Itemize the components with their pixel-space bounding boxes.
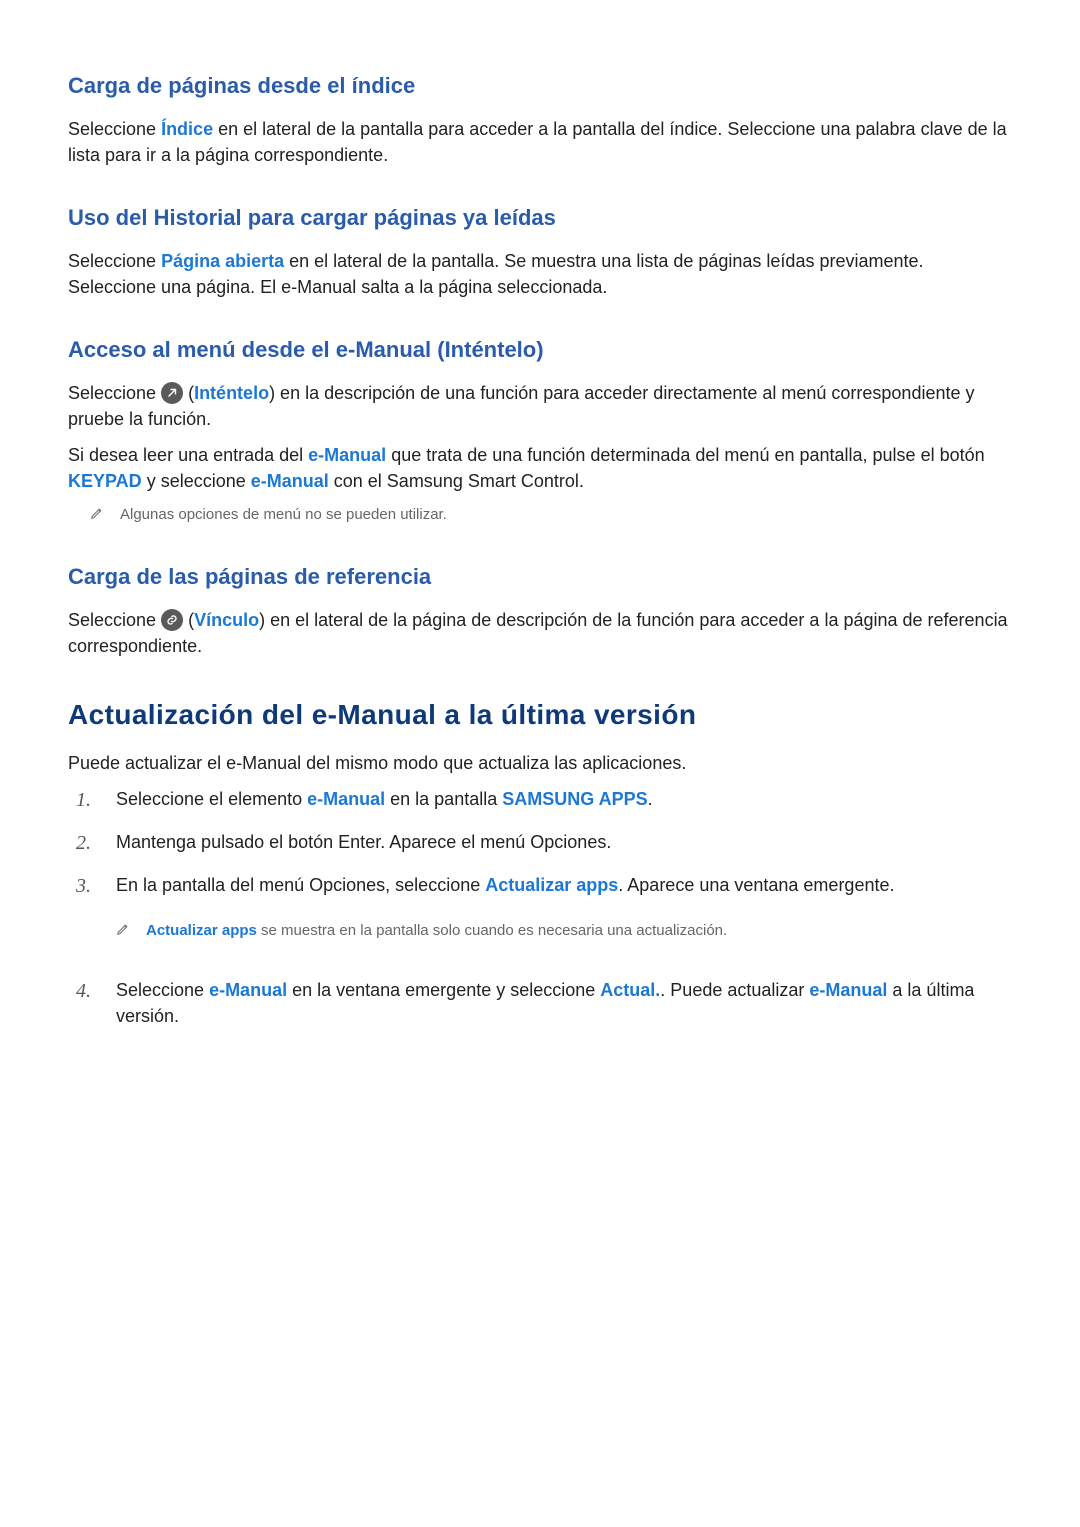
section-history: Uso del Historial para cargar páginas ya… [68, 202, 1012, 300]
text: Seleccione [68, 251, 161, 271]
keyword-actual: Actual. [600, 980, 660, 1000]
link-icon [161, 609, 183, 631]
steps-list: Seleccione el elemento e-Manual en la pa… [68, 786, 1012, 1029]
section-heading: Uso del Historial para cargar páginas ya… [68, 202, 1012, 234]
tryit-icon [161, 382, 183, 404]
section-text: Seleccione Página abierta en el lateral … [68, 248, 1012, 300]
step-item: Seleccione el elemento e-Manual en la pa… [68, 786, 1012, 815]
text: . [648, 789, 653, 809]
text: Seleccione [116, 980, 209, 1000]
main-heading: Actualización del e-Manual a la última v… [68, 695, 1012, 736]
keyword-keypad: KEYPAD [68, 471, 142, 491]
section-reference: Carga de las páginas de referencia Selec… [68, 561, 1012, 659]
note-text: Algunas opciones de menú no se pueden ut… [120, 504, 1012, 526]
section-text: Seleccione Índice en el lateral de la pa… [68, 116, 1012, 168]
section-index: Carga de páginas desde el índice Selecci… [68, 70, 1012, 168]
text: Seleccione [68, 610, 161, 630]
keyword-emanual: e-Manual [209, 980, 287, 1000]
text: ( [183, 383, 194, 403]
pencil-icon [90, 505, 104, 527]
note: Actualizar apps se muestra en la pantall… [116, 920, 1012, 943]
section-heading: Carga de las páginas de referencia [68, 561, 1012, 593]
text: Seleccione [68, 119, 161, 139]
text: en la ventana emergente y seleccione [287, 980, 600, 1000]
text: Mantenga pulsado el botón Enter. Aparece… [116, 829, 1012, 858]
section-heading: Carga de páginas desde el índice [68, 70, 1012, 102]
keyword-vinculo: Vínculo [194, 610, 259, 630]
text: . Aparece una ventana emergente. [618, 875, 894, 895]
text: y seleccione [142, 471, 251, 491]
keyword-emanual: e-Manual [809, 980, 887, 1000]
text: Si desea leer una entrada del [68, 445, 308, 465]
section-tryit: Acceso al menú desde el e-Manual (Intént… [68, 334, 1012, 527]
step-item: En la pantalla del menú Opciones, selecc… [68, 872, 1012, 963]
text: se muestra en la pantalla solo cuando es… [257, 922, 727, 939]
keyword-indice: Índice [161, 119, 213, 139]
text: con el Samsung Smart Control. [329, 471, 584, 491]
keyword-samsung-apps: SAMSUNG APPS [502, 789, 647, 809]
text: Seleccione [68, 383, 161, 403]
step-item: Seleccione e-Manual en la ventana emerge… [68, 977, 1012, 1029]
note-text: Actualizar apps se muestra en la pantall… [146, 920, 1012, 942]
keyword-pagina-abierta: Página abierta [161, 251, 284, 271]
pencil-icon [116, 921, 130, 943]
text: Seleccione el elemento [116, 789, 307, 809]
text: que trata de una función determinada del… [386, 445, 984, 465]
text: en la pantalla [385, 789, 502, 809]
section-text: Si desea leer una entrada del e-Manual q… [68, 442, 1012, 494]
keyword-intentelo: Inténtelo [194, 383, 269, 403]
keyword-emanual: e-Manual [251, 471, 329, 491]
step-item: Mantenga pulsado el botón Enter. Aparece… [68, 829, 1012, 858]
keyword-emanual: e-Manual [308, 445, 386, 465]
keyword-actualizar-apps: Actualizar apps [485, 875, 618, 895]
text: ( [183, 610, 194, 630]
intro-text: Puede actualizar el e-Manual del mismo m… [68, 750, 1012, 776]
section-heading: Acceso al menú desde el e-Manual (Intént… [68, 334, 1012, 366]
section-text: Seleccione (Vínculo) en el lateral de la… [68, 607, 1012, 659]
section-text: Seleccione (Inténtelo) en la descripción… [68, 380, 1012, 432]
keyword-emanual: e-Manual [307, 789, 385, 809]
page-content: Carga de páginas desde el índice Selecci… [0, 0, 1080, 1083]
note: Algunas opciones de menú no se pueden ut… [90, 504, 1012, 527]
keyword-actualizar-apps: Actualizar apps [146, 922, 257, 939]
text: . Puede actualizar [660, 980, 809, 1000]
text: En la pantalla del menú Opciones, selecc… [116, 875, 485, 895]
